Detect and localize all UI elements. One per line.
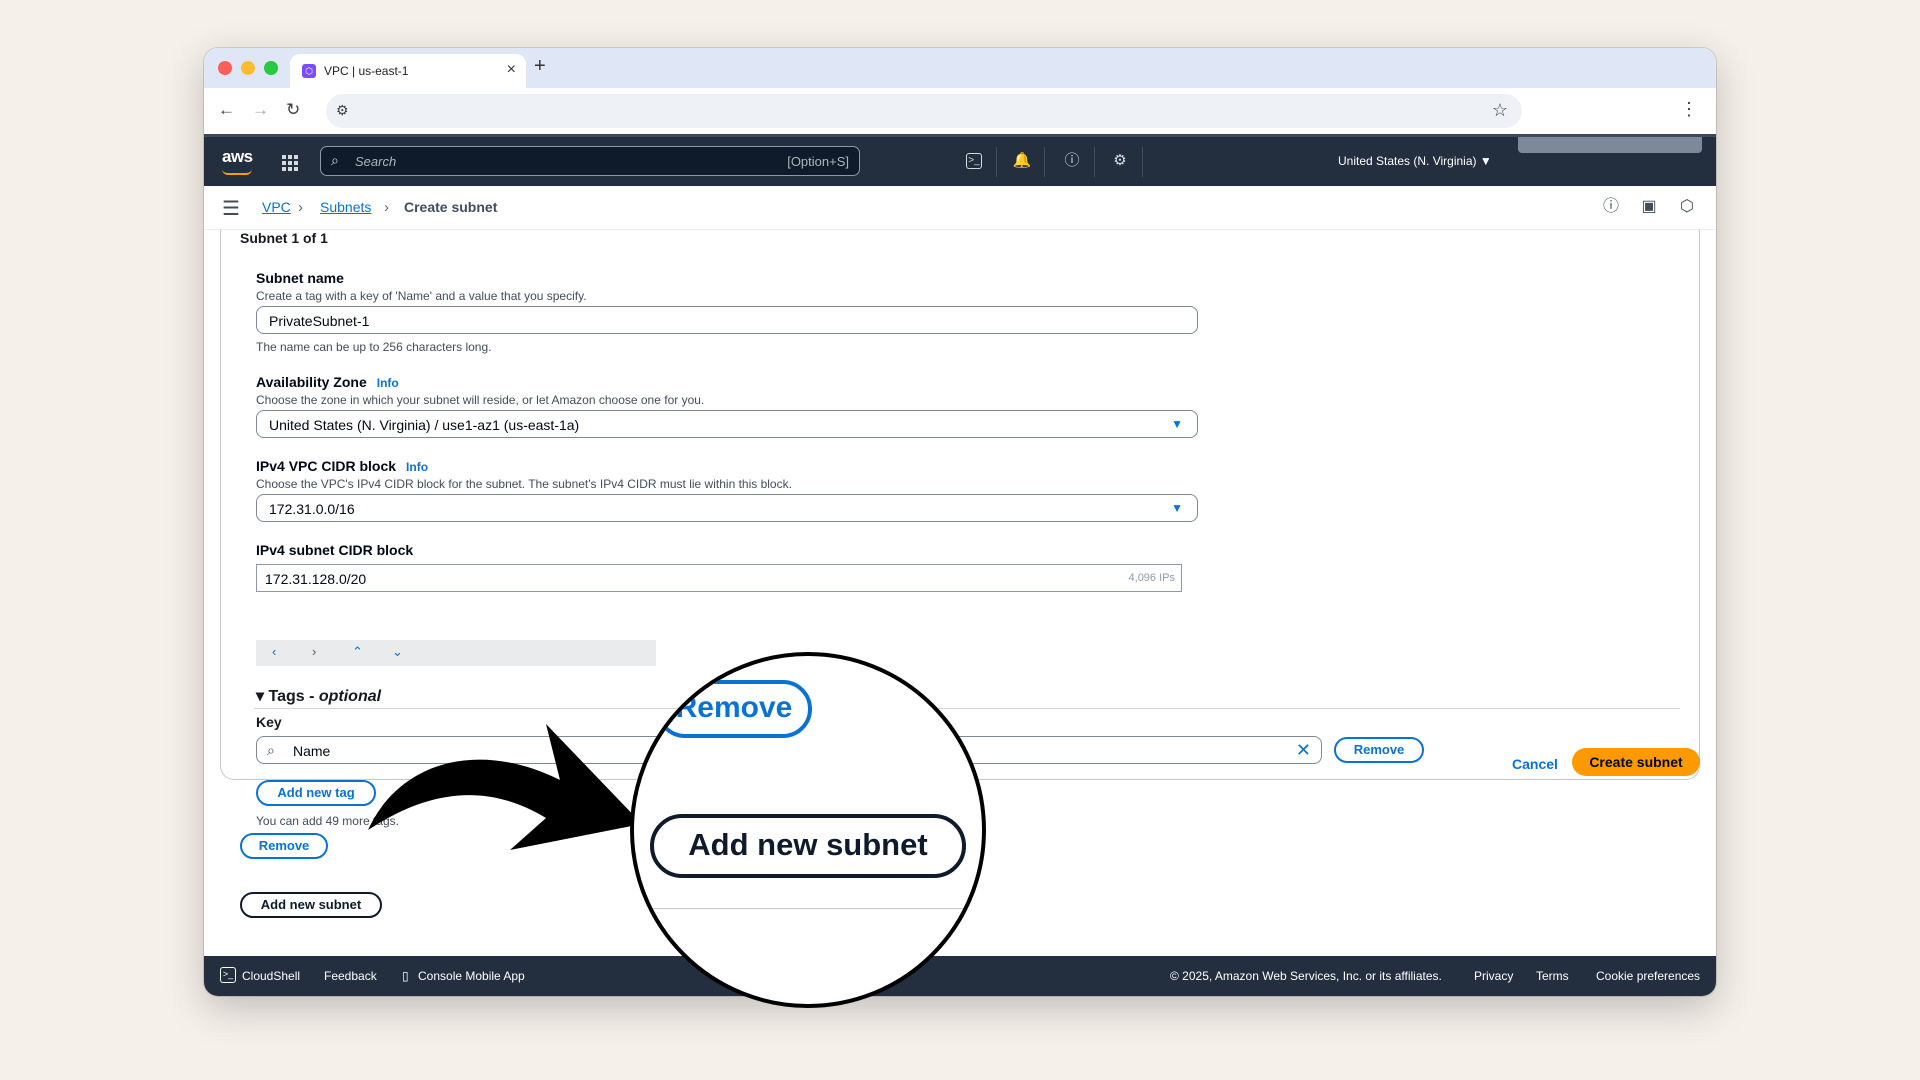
subnet-cidr-input[interactable]: 172.31.128.0/20 4,096 IPs xyxy=(256,564,1182,592)
create-subnet-button[interactable]: Create subnet xyxy=(1572,748,1700,776)
chevron-right-icon: › xyxy=(384,199,389,216)
caret-down-icon: ▼ xyxy=(1171,417,1183,431)
footer-mobile-app[interactable]: Console Mobile App xyxy=(418,969,525,983)
magnified-divider xyxy=(634,908,982,909)
nav-divider xyxy=(1044,147,1045,177)
bookmark-star-icon[interactable]: ☆ xyxy=(1492,100,1508,121)
address-bar[interactable]: ⚙ ☆ xyxy=(326,94,1522,128)
subnet-name-label: Subnet name xyxy=(256,270,344,286)
magnifier-callout: Remove Add new subnet xyxy=(630,652,986,1008)
subnet-cidr-value: 172.31.128.0/20 xyxy=(265,571,367,587)
breadcrumb: ☰ VPC › Subnets › Create subnet ⓘ ▣ ⬡ xyxy=(204,186,1716,230)
breadcrumb-vpc[interactable]: VPC xyxy=(262,199,291,215)
ip-count: 4,096 IPs xyxy=(1128,572,1175,584)
notifications-bell-icon[interactable]: 🔔 xyxy=(1012,151,1032,171)
search-icon: ⌕ xyxy=(331,152,339,168)
search-placeholder: Search xyxy=(355,154,397,169)
footer-terms[interactable]: Terms xyxy=(1536,969,1569,983)
search-shortcut: [Option+S] xyxy=(787,154,849,169)
breadcrumb-current: Create subnet xyxy=(404,199,498,215)
back-arrow-icon[interactable]: ← xyxy=(218,100,235,120)
chevron-left-icon[interactable]: ‹ xyxy=(272,644,276,659)
close-window-button[interactable] xyxy=(218,61,232,75)
cloudshell-icon[interactable]: >_ xyxy=(220,967,236,983)
search-input[interactable]: ⌕ Search [Option+S] xyxy=(320,146,860,176)
chevron-down-icon[interactable]: ⌄ xyxy=(392,644,403,660)
tab-title: VPC | us-east-1 xyxy=(324,64,409,78)
availability-zone-description: Choose the zone in which your subnet wil… xyxy=(256,393,705,407)
footer-copyright: © 2025, Amazon Web Services, Inc. or its… xyxy=(1170,969,1442,983)
tag-key-label: Key xyxy=(256,714,282,730)
footer-cookies[interactable]: Cookie preferences xyxy=(1596,969,1700,983)
footer-feedback[interactable]: Feedback xyxy=(324,969,377,983)
minimize-window-button[interactable] xyxy=(241,61,255,75)
settings-gear-icon[interactable]: ⚙ xyxy=(1110,151,1130,171)
vpc-cidr-value: 172.31.0.0/16 xyxy=(269,501,355,517)
side-nav-menu-icon[interactable]: ☰ xyxy=(222,196,240,221)
account-menu[interactable] xyxy=(1518,137,1702,153)
cancel-button[interactable]: Cancel xyxy=(1512,756,1558,772)
nav-divider xyxy=(996,147,997,177)
subnet-name-constraint: The name can be up to 256 characters lon… xyxy=(256,340,492,354)
security-icon[interactable]: ⬡ xyxy=(1676,196,1698,218)
browser-toolbar: ← → ↻ ⚙ ☆ ⋮ xyxy=(204,88,1716,134)
aws-smile-icon xyxy=(222,169,252,175)
vpc-cidr-description: Choose the VPC's IPv4 CIDR block for the… xyxy=(256,477,792,491)
chevron-right-icon: › xyxy=(298,199,303,216)
reload-icon[interactable]: ↻ xyxy=(286,100,300,120)
add-new-subnet-button[interactable]: Add new subnet xyxy=(240,892,382,918)
browser-menu-icon[interactable]: ⋮ xyxy=(1680,99,1698,120)
magnified-add-new-subnet-button: Add new subnet xyxy=(650,814,966,878)
chevron-up-icon[interactable]: ⌃ xyxy=(352,644,363,660)
callout-arrow-icon xyxy=(368,724,642,850)
subnet-name-description: Create a tag with a key of 'Name' and a … xyxy=(256,289,587,303)
cidr-stepper: ‹ › ⌃ ⌄ xyxy=(256,640,656,666)
subnet-name-input[interactable]: PrivateSubnet-1 xyxy=(256,306,1198,334)
browser-tabstrip: ⬡ VPC | us-east-1 × + xyxy=(204,48,1716,88)
chevron-right-icon[interactable]: › xyxy=(312,644,316,659)
console-footer: >_ CloudShell Feedback ▯ Console Mobile … xyxy=(204,956,1716,996)
close-tab-icon[interactable]: × xyxy=(507,61,516,79)
help-icon[interactable]: ⓘ xyxy=(1062,151,1082,171)
aws-logo[interactable]: aws xyxy=(222,147,253,167)
magnified-remove-button: Remove xyxy=(656,680,812,738)
caret-down-icon: ▼ xyxy=(1171,501,1183,515)
mobile-app-icon: ▯ xyxy=(402,969,409,983)
vpc-cidr-label: IPv4 VPC CIDR block Info xyxy=(256,458,429,474)
vpc-cidr-info-link[interactable]: Info xyxy=(406,460,428,474)
footer-cloudshell[interactable]: CloudShell xyxy=(242,969,300,983)
new-tab-icon[interactable]: + xyxy=(534,55,546,78)
services-grid-icon[interactable] xyxy=(282,155,298,171)
availability-zone-info-link[interactable]: Info xyxy=(377,376,399,390)
site-settings-icon[interactable]: ⚙ xyxy=(336,102,349,119)
availability-zone-select[interactable]: United States (N. Virginia) / use1-az1 (… xyxy=(256,410,1198,438)
footer-privacy[interactable]: Privacy xyxy=(1474,969,1513,983)
subnet-cidr-label: IPv4 subnet CIDR block xyxy=(256,542,414,558)
remove-subnet-button[interactable]: Remove xyxy=(240,833,328,859)
section-title: Subnet 1 of 1 xyxy=(240,230,328,246)
vpc-cidr-select[interactable]: 172.31.0.0/16 ▼ xyxy=(256,494,1198,522)
breadcrumb-subnets[interactable]: Subnets xyxy=(320,199,371,215)
forward-arrow-icon[interactable]: → xyxy=(252,100,269,120)
availability-zone-value: United States (N. Virginia) / use1-az1 (… xyxy=(269,417,580,433)
vpc-favicon-icon: ⬡ xyxy=(302,64,316,78)
feedback-icon[interactable]: ▣ xyxy=(1638,196,1660,218)
nav-divider xyxy=(1142,147,1143,177)
region-selector[interactable]: United States (N. Virginia) ▼ xyxy=(1338,154,1492,168)
cloudshell-icon[interactable]: >_ xyxy=(966,153,982,169)
zoom-window-button[interactable] xyxy=(264,61,278,75)
nav-divider xyxy=(1094,147,1095,177)
browser-tab[interactable]: ⬡ VPC | us-east-1 × xyxy=(290,54,526,88)
info-panel-icon[interactable]: ⓘ xyxy=(1600,196,1622,218)
subnet-name-value: PrivateSubnet-1 xyxy=(269,313,370,329)
availability-zone-label: Availability Zone Info xyxy=(256,374,399,390)
aws-top-nav: aws ⌕ Search [Option+S] >_ 🔔 ⓘ ⚙ United … xyxy=(204,134,1716,186)
